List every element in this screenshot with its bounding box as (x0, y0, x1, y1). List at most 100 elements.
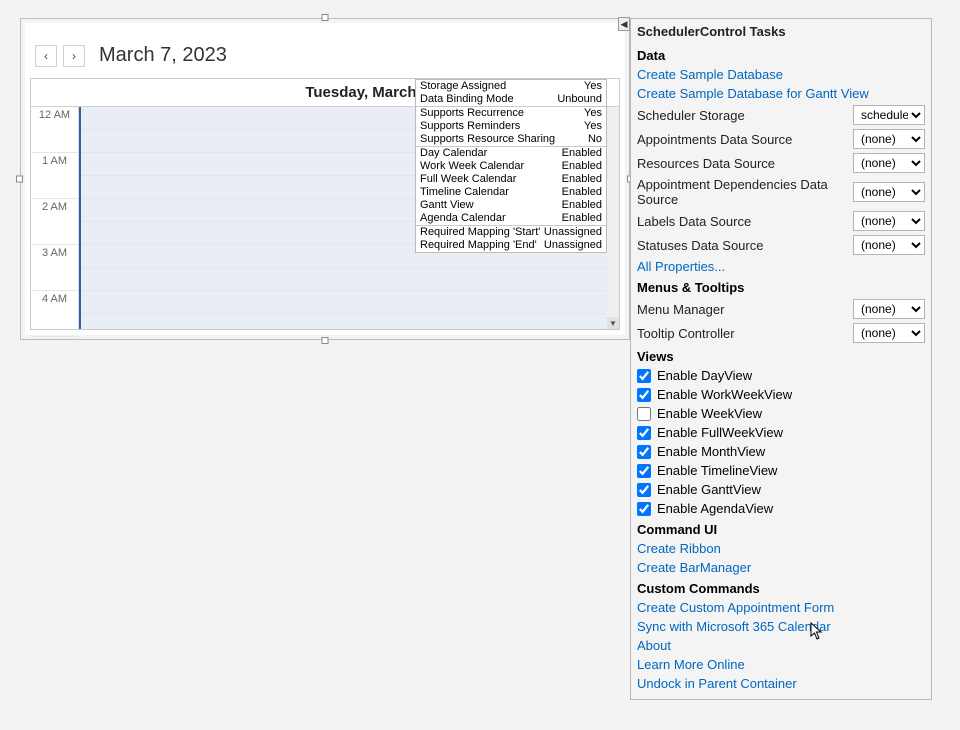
resize-handle-left[interactable] (16, 176, 23, 183)
smart-tag-glyph-icon[interactable]: ◀ (618, 17, 630, 31)
overlay-row: Storage AssignedYes (416, 80, 606, 93)
view-checkbox-row[interactable]: Enable FullWeekView (631, 423, 931, 442)
overlay-label: Data Binding Mode (420, 93, 557, 106)
view-checkbox-row[interactable]: Enable GanttView (631, 480, 931, 499)
checkbox-label: Enable GanttView (657, 482, 761, 497)
overlay-value: Unassigned (544, 239, 602, 252)
view-checkbox-row[interactable]: Enable WeekView (631, 404, 931, 423)
scheduler-control[interactable]: ‹ › March 7, 2023 Tuesday, March 7 12 AM… (25, 23, 625, 335)
scheduler-info-overlay: Storage AssignedYesData Binding ModeUnbo… (415, 79, 607, 253)
property-row: Resources Data Source (none) (631, 151, 931, 175)
overlay-value: Yes (584, 80, 602, 93)
overlay-value: Enabled (562, 199, 602, 212)
checkbox[interactable] (637, 483, 651, 497)
overlay-row: Supports RemindersYes (416, 120, 606, 133)
overlay-label: Gantt View (420, 199, 562, 212)
scheduler-day-view[interactable]: Tuesday, March 7 12 AM 1 AM 2 AM 3 AM 4 … (30, 78, 620, 330)
property-select[interactable]: (none) (853, 182, 925, 202)
checkbox[interactable] (637, 502, 651, 516)
time-label: 4 AM (31, 291, 78, 337)
action-link[interactable]: Create BarManager (631, 558, 931, 577)
time-label: 3 AM (31, 245, 78, 291)
overlay-label: Work Week Calendar (420, 160, 562, 173)
property-label: Labels Data Source (637, 214, 847, 229)
action-link[interactable]: Learn More Online (631, 655, 931, 674)
property-select[interactable]: (none) (853, 323, 925, 343)
view-checkbox-row[interactable]: Enable DayView (631, 366, 931, 385)
scheduler-designer-surface[interactable]: ‹ › March 7, 2023 Tuesday, March 7 12 AM… (20, 18, 630, 340)
property-label: Menu Manager (637, 302, 847, 317)
checkbox-label: Enable MonthView (657, 444, 765, 459)
overlay-label: Storage Assigned (420, 80, 584, 93)
section-data-head: Data (631, 44, 931, 65)
property-label: Appointment Dependencies Data Source (637, 177, 847, 207)
property-label: Appointments Data Source (637, 132, 847, 147)
overlay-label: Required Mapping 'Start' (420, 226, 544, 239)
action-link[interactable]: Create Custom Appointment Form (631, 598, 931, 617)
overlay-row: Gantt ViewEnabled (416, 199, 606, 212)
property-label: Tooltip Controller (637, 326, 847, 341)
action-link[interactable]: Sync with Microsoft 365 Calendar (631, 617, 931, 636)
overlay-value: Enabled (562, 212, 602, 225)
overlay-value: Enabled (562, 160, 602, 173)
property-row: Tooltip Controller (none) (631, 321, 931, 345)
action-link[interactable]: Create Sample Database for Gantt View (631, 84, 931, 103)
view-checkbox-row[interactable]: Enable MonthView (631, 442, 931, 461)
overlay-row: Data Binding ModeUnbound (416, 93, 606, 106)
resize-handle-bottom[interactable] (322, 337, 329, 344)
overlay-value: Enabled (562, 186, 602, 199)
checkbox[interactable] (637, 426, 651, 440)
prev-button[interactable]: ‹ (35, 45, 57, 67)
overlay-row: Timeline CalendarEnabled (416, 186, 606, 199)
overlay-value: Unassigned (544, 226, 602, 239)
property-select[interactable]: (none) (853, 129, 925, 149)
overlay-value: No (588, 133, 602, 146)
property-select[interactable]: (none) (853, 211, 925, 231)
property-row: Scheduler Storageschedule (631, 103, 931, 127)
checkbox-label: Enable FullWeekView (657, 425, 783, 440)
chevron-right-icon: › (72, 49, 76, 63)
property-label: Resources Data Source (637, 156, 847, 171)
overlay-label: Supports Recurrence (420, 107, 584, 120)
checkbox[interactable] (637, 407, 651, 421)
overlay-label: Required Mapping 'End' (420, 239, 544, 252)
time-label: 12 AM (31, 107, 78, 153)
all-properties-link[interactable]: All Properties... (631, 257, 931, 276)
property-select[interactable]: (none) (853, 235, 925, 255)
checkbox[interactable] (637, 369, 651, 383)
overlay-value: Yes (584, 120, 602, 133)
vertical-scrollbar[interactable]: ▲ ▼ (607, 79, 619, 329)
property-select[interactable]: schedule (853, 105, 925, 125)
scroll-down-icon[interactable]: ▼ (607, 317, 619, 329)
overlay-label: Day Calendar (420, 147, 562, 160)
property-row: Appointments Data Source (none) (631, 127, 931, 151)
checkbox-label: Enable WeekView (657, 406, 762, 421)
overlay-row: Required Mapping 'End'Unassigned (416, 239, 606, 252)
section-commandui-head: Command UI (631, 518, 931, 539)
action-link[interactable]: Create Sample Database (631, 65, 931, 84)
overlay-label: Timeline Calendar (420, 186, 562, 199)
checkbox[interactable] (637, 388, 651, 402)
overlay-row: Day CalendarEnabled (416, 147, 606, 160)
overlay-label: Full Week Calendar (420, 173, 562, 186)
checkbox-label: Enable WorkWeekView (657, 387, 792, 402)
panel-title: SchedulerControl Tasks (631, 19, 931, 44)
overlay-row: Supports RecurrenceYes (416, 107, 606, 120)
next-button[interactable]: › (63, 45, 85, 67)
chevron-left-icon: ‹ (44, 49, 48, 63)
action-link[interactable]: Create Ribbon (631, 539, 931, 558)
resize-handle-top[interactable] (322, 14, 329, 21)
overlay-row: Agenda CalendarEnabled (416, 212, 606, 225)
view-checkbox-row[interactable]: Enable WorkWeekView (631, 385, 931, 404)
action-link[interactable]: Undock in Parent Container (631, 674, 931, 693)
action-link[interactable]: About (631, 636, 931, 655)
checkbox[interactable] (637, 464, 651, 478)
overlay-value: Enabled (562, 173, 602, 186)
view-checkbox-row[interactable]: Enable AgendaView (631, 499, 931, 518)
overlay-row: Full Week CalendarEnabled (416, 173, 606, 186)
property-select[interactable]: (none) (853, 299, 925, 319)
tasks-panel: SchedulerControl Tasks Data Create Sampl… (630, 18, 932, 700)
view-checkbox-row[interactable]: Enable TimelineView (631, 461, 931, 480)
property-select[interactable]: (none) (853, 153, 925, 173)
checkbox[interactable] (637, 445, 651, 459)
